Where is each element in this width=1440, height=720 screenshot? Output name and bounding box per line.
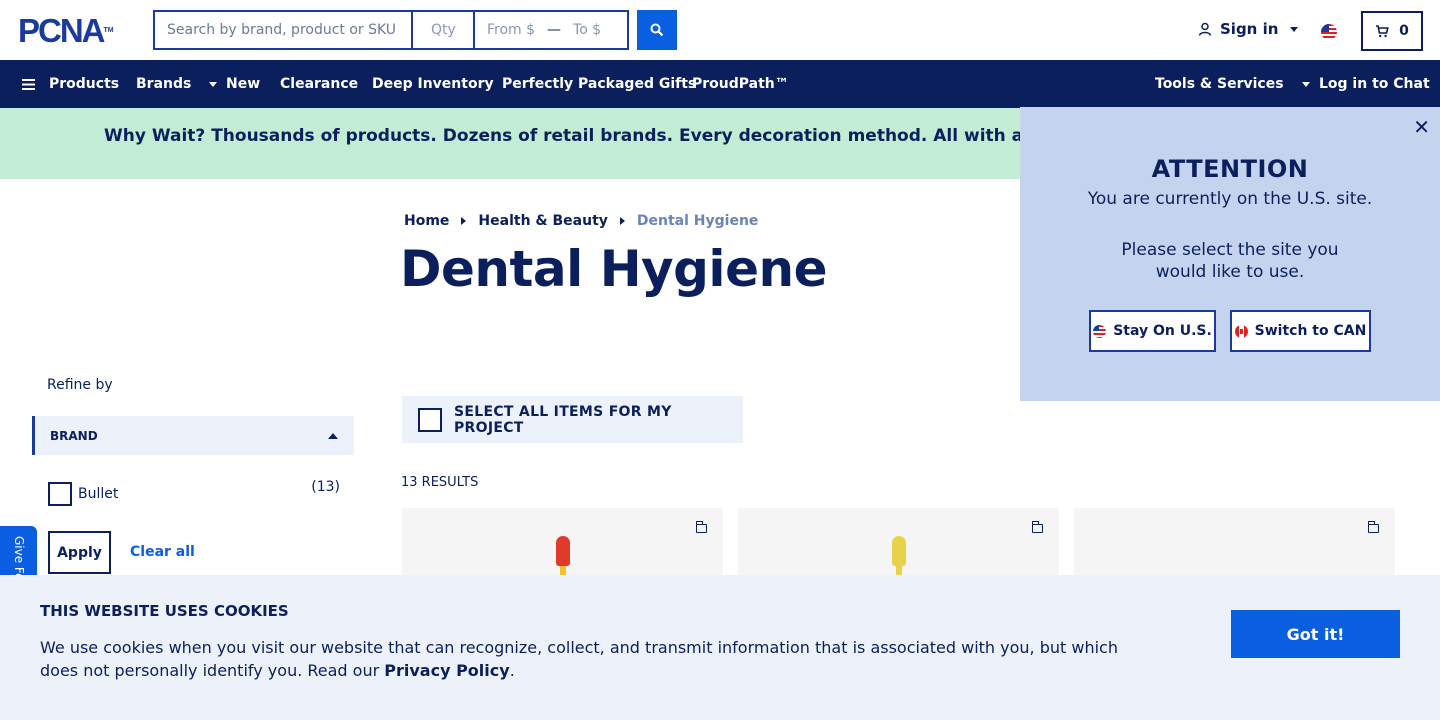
- cookie-body: We use cookies when you visit our websit…: [40, 636, 1140, 682]
- caret-right-icon: [461, 217, 467, 225]
- price-range: From $ — To $: [473, 10, 629, 50]
- folder-icon[interactable]: [1031, 521, 1043, 533]
- brand-filter-header[interactable]: BRAND: [32, 416, 354, 455]
- chevron-down-icon: [209, 81, 218, 87]
- nav-label: Tools & Services: [1155, 76, 1284, 92]
- popup-subtitle: You are currently on the U.S. site.: [1087, 189, 1373, 209]
- brush-head: [891, 536, 906, 566]
- price-range-dash: —: [547, 22, 562, 38]
- nav-brands[interactable]: Brands: [136, 76, 218, 92]
- us-flag-icon: [1093, 324, 1107, 338]
- cookie-period: .: [509, 661, 515, 680]
- site-select-popup: ✕ ATTENTION You are currently on the U.S…: [1020, 107, 1440, 401]
- brand-option-label: Bullet: [78, 486, 119, 502]
- nav-label: Brands: [136, 76, 192, 92]
- nav-products[interactable]: Products: [22, 76, 119, 92]
- brush-head: [555, 536, 570, 566]
- nav-label: Products: [49, 76, 120, 92]
- nav-new[interactable]: New: [226, 76, 260, 92]
- nav-deep-inventory[interactable]: Deep Inventory: [372, 76, 494, 92]
- canada-flag-icon: [1234, 324, 1248, 338]
- nav-label: ProudPath™: [692, 76, 789, 92]
- sign-in-menu[interactable]: Sign in: [1198, 20, 1299, 38]
- cart-icon: [1376, 24, 1389, 37]
- price-from-input[interactable]: From $: [487, 22, 535, 38]
- us-flag-icon[interactable]: [1321, 24, 1337, 40]
- close-icon[interactable]: ✕: [1413, 115, 1430, 139]
- search-input[interactable]: Search by brand, product or SKU: [153, 10, 411, 50]
- select-all-checkbox[interactable]: [418, 407, 442, 432]
- promo-text[interactable]: Why Wait? Thousands of products. Dozens …: [104, 126, 1115, 146]
- clear-all-link[interactable]: Clear all: [130, 544, 195, 560]
- stay-on-us-button[interactable]: Stay On U.S.: [1089, 310, 1216, 352]
- select-all-label: SELECT ALL ITEMS FOR MY PROJECT: [454, 403, 672, 436]
- nav-proudpath[interactable]: ProudPath™: [692, 76, 789, 92]
- nav-label: Clearance: [280, 76, 359, 92]
- nav-label: Log in to Chat: [1319, 76, 1430, 92]
- search-button[interactable]: [637, 10, 677, 50]
- nav-chat-login[interactable]: Log in to Chat: [1319, 76, 1430, 92]
- caret-right-icon: [619, 217, 625, 225]
- apply-button[interactable]: Apply: [48, 531, 111, 574]
- pcna-logo[interactable]: PCNATM: [18, 14, 114, 48]
- nav-label: Deep Inventory: [372, 76, 494, 92]
- folder-icon[interactable]: [1367, 521, 1379, 533]
- cookie-text: We use cookies when you visit our websit…: [40, 638, 1118, 680]
- brand-filter-label: BRAND: [50, 428, 98, 443]
- privacy-policy-link[interactable]: Privacy Policy: [384, 661, 509, 680]
- breadcrumb-health-beauty[interactable]: Health & Beauty: [478, 213, 607, 229]
- breadcrumb: Home Health & Beauty Dental Hygiene: [404, 213, 758, 229]
- results-count: 13 RESULTS: [401, 475, 479, 490]
- qty-input[interactable]: Qty: [411, 10, 473, 50]
- cart-count: 0: [1399, 23, 1409, 39]
- nav-perfectly-packaged-gifts[interactable]: Perfectly Packaged Gifts: [502, 76, 696, 92]
- brand-option-count: (13): [311, 479, 340, 495]
- cookie-banner: THIS WEBSITE USES COOKIES We use cookies…: [0, 575, 1440, 720]
- price-to-input[interactable]: To $: [573, 22, 601, 38]
- select-all-project[interactable]: SELECT ALL ITEMS FOR MY PROJECT: [402, 396, 743, 443]
- chevron-down-icon: [1301, 81, 1310, 87]
- sign-in-label: Sign in: [1220, 20, 1279, 38]
- nav-tools-services[interactable]: Tools & Services: [1155, 76, 1310, 92]
- popup-message: Please select the site you would like to…: [1121, 240, 1339, 282]
- hamburger-icon: [22, 78, 35, 90]
- nav-label: New: [226, 76, 261, 92]
- switch-to-can-button[interactable]: Switch to CAN: [1230, 310, 1371, 352]
- breadcrumb-current: Dental Hygiene: [636, 213, 759, 229]
- got-it-button[interactable]: Got it!: [1231, 610, 1400, 658]
- chevron-down-icon: [1290, 26, 1299, 32]
- refine-by-label: Refine by: [47, 377, 113, 393]
- folder-icon[interactable]: [695, 521, 707, 533]
- brand-checkbox[interactable]: [48, 482, 72, 506]
- stay-label: Stay On U.S.: [1113, 323, 1212, 339]
- cookie-heading: THIS WEBSITE USES COOKIES: [40, 602, 289, 620]
- switch-label: Switch to CAN: [1254, 323, 1367, 339]
- search-icon: [650, 23, 664, 37]
- cart-button[interactable]: 0: [1361, 11, 1423, 51]
- page-title: Dental Hygiene: [400, 240, 827, 298]
- user-icon: [1198, 22, 1212, 36]
- breadcrumb-home[interactable]: Home: [404, 213, 449, 229]
- nav-clearance[interactable]: Clearance: [280, 76, 358, 92]
- chevron-up-icon: [328, 433, 338, 439]
- brand-option-bullet[interactable]: Bullet (13): [48, 479, 340, 506]
- toothbrush-image: [555, 536, 570, 578]
- search-bar: Search by brand, product or SKU Qty From…: [153, 10, 677, 50]
- popup-title: ATTENTION: [1151, 155, 1309, 183]
- toothbrush-image: [891, 536, 906, 578]
- site-header: PCNATM Search by brand, product or SKU Q…: [0, 0, 1440, 60]
- main-nav: Products Brands New Clearance Deep Inven…: [0, 60, 1440, 108]
- nav-label: Perfectly Packaged Gifts: [502, 76, 697, 92]
